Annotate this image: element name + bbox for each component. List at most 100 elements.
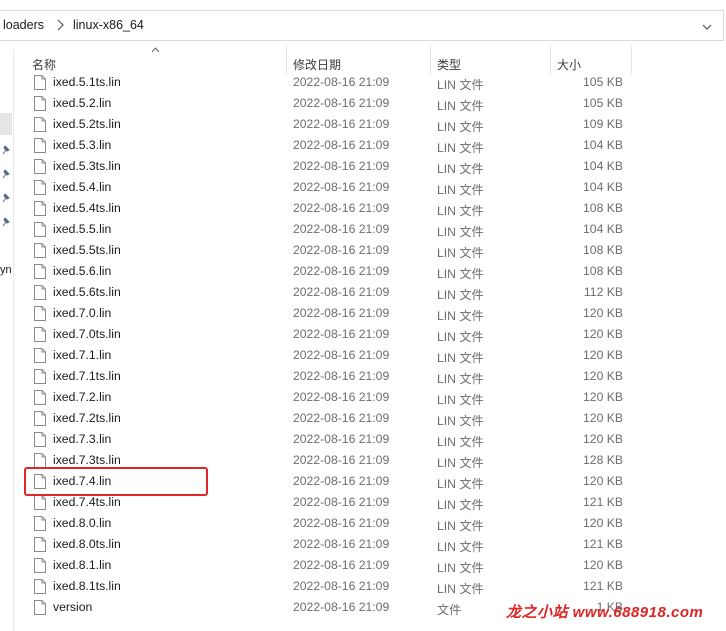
file-row[interactable]: ixed.8.0.lin 2022-08-16 21:09 LIN 文件 120 KB	[30, 513, 630, 534]
file-date: 2022-08-16 21:09	[293, 243, 390, 257]
file-size: 120 KB	[583, 432, 623, 446]
file-date: 2022-08-16 21:09	[293, 369, 390, 383]
nav-item-partial-label[interactable]: yn	[0, 264, 12, 276]
file-icon	[34, 558, 46, 573]
file-date: 2022-08-16 21:09	[293, 600, 390, 614]
file-name: ixed.8.1.lin	[53, 558, 112, 572]
file-size: 105 KB	[583, 75, 623, 89]
file-type: LIN 文件	[437, 498, 484, 512]
file-icon	[34, 159, 46, 174]
file-type: LIN 文件	[437, 309, 484, 323]
file-name: ixed.7.3.lin	[53, 432, 112, 446]
file-icon	[34, 600, 46, 615]
nav-selected-item[interactable]	[0, 113, 12, 135]
file-icon	[34, 117, 46, 132]
file-row[interactable]: ixed.5.5.lin 2022-08-16 21:09 LIN 文件 104 KB	[30, 219, 630, 240]
address-bar[interactable]: loaders linux-x86_64	[0, 10, 724, 41]
file-row[interactable]: ixed.8.1ts.lin 2022-08-16 21:09 LIN 文件 121 …	[30, 576, 630, 597]
file-type: LIN 文件	[437, 393, 484, 407]
breadcrumb-loaders[interactable]: loaders	[3, 18, 44, 32]
file-type: LIN 文件	[437, 540, 484, 554]
file-name: ixed.7.0.lin	[53, 306, 112, 320]
file-date: 2022-08-16 21:09	[293, 222, 390, 236]
file-type: LIN 文件	[437, 561, 484, 575]
file-icon	[34, 201, 46, 216]
file-type: LIN 文件	[437, 519, 484, 533]
file-name: ixed.7.2ts.lin	[53, 411, 121, 425]
file-row[interactable]: ixed.7.3.lin 2022-08-16 21:09 LIN 文件 120 KB	[30, 429, 630, 450]
file-row[interactable]: ixed.5.2.lin 2022-08-16 21:09 LIN 文件 105 KB	[30, 93, 630, 114]
chevron-down-icon[interactable]	[702, 23, 712, 31]
file-date: 2022-08-16 21:09	[293, 474, 390, 488]
file-row[interactable]: ixed.7.2.lin 2022-08-16 21:09 LIN 文件 120 KB	[30, 387, 630, 408]
file-icon	[34, 516, 46, 531]
file-row[interactable]: ixed.8.0ts.lin 2022-08-16 21:09 LIN 文件 121 …	[30, 534, 630, 555]
file-row[interactable]: ixed.5.4ts.lin 2022-08-16 21:09 LIN 文件 108 …	[30, 198, 630, 219]
file-type: LIN 文件	[437, 477, 484, 491]
file-name: ixed.7.4ts.lin	[53, 495, 121, 509]
file-size: 120 KB	[583, 348, 623, 362]
file-name: ixed.7.1ts.lin	[53, 369, 121, 383]
file-type: LIN 文件	[437, 246, 484, 260]
file-date: 2022-08-16 21:09	[293, 75, 390, 89]
file-name: ixed.7.3ts.lin	[53, 453, 121, 467]
file-row[interactable]: ixed.5.3.lin 2022-08-16 21:09 LIN 文件 104 KB	[30, 135, 630, 156]
watermark: 龙之小站 www.688918.com	[506, 604, 704, 621]
file-size: 120 KB	[583, 474, 623, 488]
file-icon	[34, 243, 46, 258]
file-row[interactable]: ixed.8.1.lin 2022-08-16 21:09 LIN 文件 120 KB	[30, 555, 630, 576]
file-row[interactable]: ixed.7.1ts.lin 2022-08-16 21:09 LIN 文件 120 …	[30, 366, 630, 387]
file-name: ixed.5.5.lin	[53, 222, 112, 236]
file-row[interactable]: ixed.5.2ts.lin 2022-08-16 21:09 LIN 文件 109 …	[30, 114, 630, 135]
file-icon	[34, 390, 46, 405]
file-size: 104 KB	[583, 222, 623, 236]
file-size: 108 KB	[583, 264, 623, 278]
file-size: 120 KB	[583, 369, 623, 383]
file-date: 2022-08-16 21:09	[293, 579, 390, 593]
breadcrumb-current[interactable]: linux-x86_64	[73, 18, 144, 32]
file-size: 112 KB	[583, 285, 623, 299]
file-size: 108 KB	[583, 201, 623, 215]
file-row[interactable]: ixed.7.1.lin 2022-08-16 21:09 LIN 文件 120 KB	[30, 345, 630, 366]
file-type: LIN 文件	[437, 582, 484, 596]
file-type: LIN 文件	[437, 162, 484, 176]
file-row[interactable]: ixed.5.6ts.lin 2022-08-16 21:09 LIN 文件 112 …	[30, 282, 630, 303]
file-icon	[34, 285, 46, 300]
file-row[interactable]: ixed.5.5ts.lin 2022-08-16 21:09 LIN 文件 108 …	[30, 240, 630, 261]
file-size: 120 KB	[583, 327, 623, 341]
file-name: ixed.5.3.lin	[53, 138, 112, 152]
file-size: 120 KB	[583, 390, 623, 404]
file-size: 120 KB	[583, 558, 623, 572]
file-row[interactable]: ixed.5.3ts.lin 2022-08-16 21:09 LIN 文件 104 …	[30, 156, 630, 177]
file-type: LIN 文件	[437, 288, 484, 302]
file-type: LIN 文件	[437, 351, 484, 365]
file-name: ixed.5.4.lin	[53, 180, 112, 194]
file-row[interactable]: ixed.5.1ts.lin 2022-08-16 21:09 LIN 文件 105 …	[30, 72, 630, 93]
file-row[interactable]: ixed.5.6.lin 2022-08-16 21:09 LIN 文件 108 KB	[30, 261, 630, 282]
file-size: 104 KB	[583, 159, 623, 173]
file-type: LIN 文件	[437, 456, 484, 470]
file-type: LIN 文件	[437, 435, 484, 449]
file-icon	[34, 579, 46, 594]
file-date: 2022-08-16 21:09	[293, 285, 390, 299]
highlight-box	[24, 467, 208, 496]
navigation-pane[interactable]: yn	[0, 50, 14, 631]
file-size: 121 KB	[583, 579, 623, 593]
file-type: LIN 文件	[437, 204, 484, 218]
file-date: 2022-08-16 21:09	[293, 558, 390, 572]
column-divider[interactable]	[631, 46, 632, 74]
file-type: LIN 文件	[437, 183, 484, 197]
file-row[interactable]: ixed.7.2ts.lin 2022-08-16 21:09 LIN 文件 120 …	[30, 408, 630, 429]
file-row[interactable]: ixed.7.0.lin 2022-08-16 21:09 LIN 文件 120 KB	[30, 303, 630, 324]
file-date: 2022-08-16 21:09	[293, 495, 390, 509]
file-date: 2022-08-16 21:09	[293, 264, 390, 278]
file-row[interactable]: ixed.7.0ts.lin 2022-08-16 21:09 LIN 文件 120 …	[30, 324, 630, 345]
file-icon	[34, 75, 46, 90]
file-row[interactable]: ixed.5.4.lin 2022-08-16 21:09 LIN 文件 104 KB	[30, 177, 630, 198]
chevron-right-icon	[57, 19, 64, 31]
file-type: LIN 文件	[437, 330, 484, 344]
file-icon	[34, 495, 46, 510]
file-size: 120 KB	[583, 516, 623, 530]
file-size: 120 KB	[583, 306, 623, 320]
file-icon	[34, 222, 46, 237]
